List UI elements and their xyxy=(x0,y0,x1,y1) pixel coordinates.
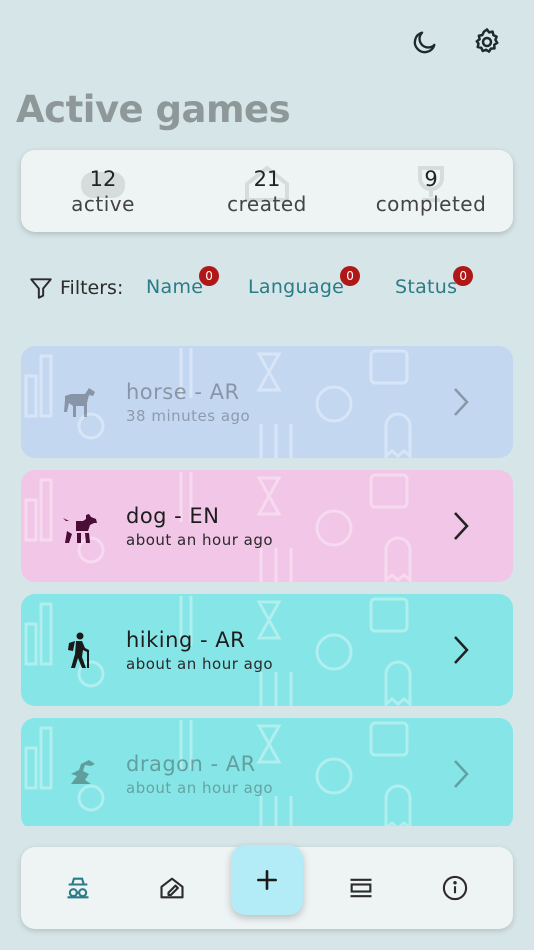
stat-label: created xyxy=(227,192,307,216)
stat-value: 12 xyxy=(89,167,117,191)
filter-chip-label: Language xyxy=(248,276,345,298)
spy-icon xyxy=(67,877,89,899)
game-card[interactable]: hiking - AR about an hour ago xyxy=(21,594,513,706)
add-game-button[interactable] xyxy=(231,845,303,915)
hiker-icon xyxy=(59,630,99,670)
list-icon xyxy=(350,878,372,898)
game-title: dog - EN xyxy=(126,504,220,528)
stat-value: 9 xyxy=(424,167,438,191)
moon-icon xyxy=(413,31,436,54)
gear-icon xyxy=(475,28,499,53)
filter-count-badge: 0 xyxy=(340,266,361,286)
filter-chip-status[interactable]: Status 0 xyxy=(395,266,474,298)
nav-list[interactable] xyxy=(344,871,378,905)
game-time: 38 minutes ago xyxy=(126,407,251,425)
filter-count-badge: 0 xyxy=(199,266,220,286)
theme-toggle-button[interactable] xyxy=(405,22,445,62)
game-title: dragon - AR xyxy=(126,752,256,776)
game-time: about an hour ago xyxy=(126,531,274,549)
chevron-right-icon xyxy=(454,388,469,416)
nav-info[interactable] xyxy=(438,871,472,905)
stat-label: active xyxy=(71,192,135,216)
stat-value: 21 xyxy=(253,167,281,191)
chevron-right-icon xyxy=(454,512,469,540)
stat-label: completed xyxy=(375,192,487,216)
game-title: horse - AR xyxy=(126,380,240,404)
add-icon xyxy=(257,870,277,890)
game-time: about an hour ago xyxy=(126,779,274,797)
filter-chip-language[interactable]: Language 0 xyxy=(248,266,361,298)
game-time: about an hour ago xyxy=(126,655,274,673)
filter-icon xyxy=(30,278,52,299)
nav-created-games[interactable] xyxy=(155,871,189,905)
filters-bar: Filters: Name 0 Language 0 Status 0 xyxy=(28,266,508,306)
games-list: horse - AR 38 minutes ago dog - EN about… xyxy=(21,346,513,826)
game-card[interactable]: horse - AR 38 minutes ago xyxy=(21,346,513,458)
stat-created: 21 created xyxy=(185,150,349,232)
filter-chip-label: Status xyxy=(395,276,458,298)
settings-button[interactable] xyxy=(467,22,507,62)
page-title: Active games xyxy=(16,88,291,131)
game-card[interactable]: dog - EN about an hour ago xyxy=(21,470,513,582)
stat-active: 12 active xyxy=(21,150,185,232)
filter-count-badge: 0 xyxy=(453,266,474,286)
edit-house-icon xyxy=(160,877,184,899)
chevron-right-icon xyxy=(454,636,469,664)
nav-active-games[interactable] xyxy=(61,871,95,905)
info-icon xyxy=(442,875,468,901)
game-card[interactable]: dragon - AR about an hour ago xyxy=(21,718,513,826)
stats-card: 12 active 21 created 9 completed xyxy=(21,150,513,232)
dog-icon xyxy=(59,506,99,546)
filter-chip-name[interactable]: Name 0 xyxy=(146,266,220,298)
dragon-icon xyxy=(57,754,99,794)
filter-chip-label: Name xyxy=(146,276,204,298)
horse-icon xyxy=(59,382,99,422)
stat-completed: 9 completed xyxy=(349,150,513,232)
filters-label: Filters: xyxy=(60,277,124,299)
chevron-right-icon xyxy=(454,760,469,788)
game-title: hiking - AR xyxy=(126,628,246,652)
